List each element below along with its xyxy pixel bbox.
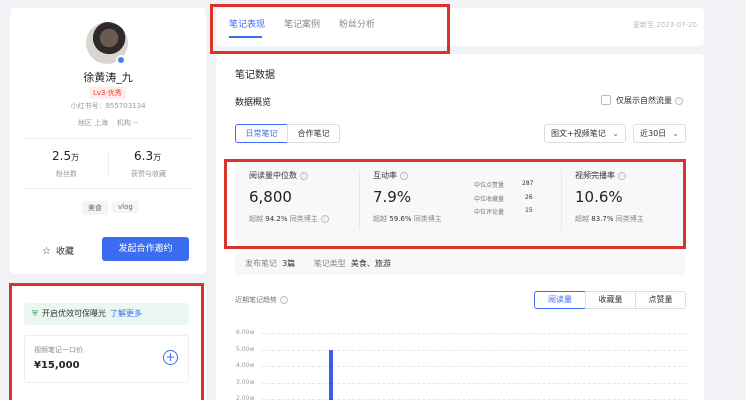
shield-icon: ⛨: [32, 309, 38, 318]
gridline: [262, 382, 686, 384]
y-tick-label: 2.00w: [236, 395, 255, 400]
publish-count: 3篇: [282, 259, 296, 268]
y-tick-label: 6.00w: [236, 329, 255, 336]
chevron-down-icon: ⌄: [612, 129, 619, 138]
promo-banner: ⛨ 开启优效可保曝光 了解更多: [24, 303, 189, 325]
active-tab-indicator: [229, 36, 262, 38]
cooperation-invite-button[interactable]: 发起合作邀约: [102, 237, 189, 261]
natural-flow-checkbox[interactable]: [601, 95, 611, 105]
daily-note-toggle[interactable]: 日常笔记: [235, 124, 288, 143]
trend-label: 近期笔记趋势 i: [235, 295, 288, 305]
stat-divider: [108, 150, 109, 178]
fans-label: 粉丝数: [56, 170, 77, 178]
tab-note-performance[interactable]: 笔记表现: [229, 17, 265, 30]
org: 机构 --: [116, 119, 139, 127]
section-title: 笔记数据: [235, 70, 275, 81]
tag-vlog[interactable]: vlog: [112, 201, 139, 213]
metric-divider: [359, 170, 360, 230]
level-badge: Lv3·优秀: [89, 87, 126, 99]
info-icon[interactable]: i: [675, 96, 683, 105]
learn-more-link[interactable]: 了解更多: [110, 309, 142, 318]
collab-note-toggle[interactable]: 合作笔记: [287, 124, 340, 143]
tag-food[interactable]: 美食: [82, 201, 108, 215]
chevron-down-icon: ⌄: [672, 129, 679, 138]
star-icon: ☆: [42, 246, 51, 257]
note-summary-strip: 发布笔记 3篇 笔记类型 美食、旅游: [235, 253, 685, 275]
likes-label: 获赞与收藏: [131, 170, 166, 178]
y-tick-label: 3.00w: [236, 378, 255, 386]
gridline: [262, 366, 686, 367]
note-types: 美食、旅游: [350, 259, 391, 268]
collect-button[interactable]: ☆ 收藏: [42, 244, 74, 257]
divider: [24, 138, 192, 139]
median-likes-label: 中位点赞量: [474, 182, 505, 189]
info-icon[interactable]: i: [618, 171, 626, 180]
overview-title: 数据概览: [235, 98, 272, 108]
interaction-rate-value: 7.9%: [373, 188, 412, 206]
interaction-rate-compare: 超越 59.6% 同类博主: [373, 215, 442, 223]
info-icon[interactable]: i: [300, 171, 308, 180]
verified-icon: [116, 55, 126, 65]
tab-fan-analysis[interactable]: 粉丝分析: [339, 17, 375, 30]
median-likes-value: 287: [522, 180, 534, 187]
price-label: 视频笔记一口价: [34, 346, 83, 354]
median-comments-value: 15: [525, 207, 533, 214]
divider: [24, 188, 192, 189]
y-tick-label: 4.00w: [236, 362, 255, 369]
natural-flow-label: 仅展示自然流量 i: [616, 95, 683, 106]
region: 地区 上海: [77, 119, 109, 127]
price-value: ¥15,000: [34, 360, 80, 371]
plus-icon[interactable]: +: [163, 350, 178, 365]
price-box: 视频笔记一口价 ¥15,000 +: [24, 335, 189, 383]
xhs-id: 小红书号：955703134: [70, 102, 146, 110]
read-median-label: 阅读量中位数 i: [249, 170, 308, 181]
tab-note-cases[interactable]: 笔记案例: [284, 17, 320, 30]
gridline: [262, 349, 686, 351]
date-range-select[interactable]: 近30日 ⌄: [633, 124, 686, 143]
chart-bar[interactable]: [329, 349, 333, 400]
saves-toggle[interactable]: 收藏量: [585, 291, 636, 309]
read-median-compare: 超越 94.2% 同类博主 i: [249, 214, 329, 224]
info-icon[interactable]: i: [400, 171, 408, 180]
content-type-select[interactable]: 图文+视频笔记 ⌄: [544, 124, 626, 143]
likes-count: 6.3万: [134, 149, 162, 163]
profile-name: 徐黄涛_九: [83, 71, 133, 84]
update-time: 更新至 2023-07-20: [633, 21, 697, 29]
metric-divider: [561, 170, 562, 230]
video-completion-label: 视频完播率 i: [575, 170, 626, 181]
read-median-value: 6,800: [249, 188, 292, 206]
reads-toggle[interactable]: 阅读量: [534, 291, 586, 309]
gridline: [262, 333, 686, 334]
interaction-rate-label: 互动率 i: [373, 170, 408, 181]
fans-count: 2.5万: [52, 149, 80, 163]
video-completion-value: 10.6%: [575, 188, 623, 206]
location-org: 地区 上海 机构 --: [0, 118, 216, 128]
video-completion-compare: 超越 83.7% 同类博主: [575, 215, 644, 223]
info-icon[interactable]: i: [280, 296, 288, 304]
median-comments-label: 中位评论量: [474, 209, 505, 216]
likes-toggle[interactable]: 点赞量: [635, 291, 686, 309]
median-saves-value: 26: [525, 194, 533, 201]
y-tick-label: 5.00w: [236, 345, 255, 353]
info-icon[interactable]: i: [320, 215, 329, 223]
median-saves-label: 中位收藏量: [474, 196, 505, 203]
